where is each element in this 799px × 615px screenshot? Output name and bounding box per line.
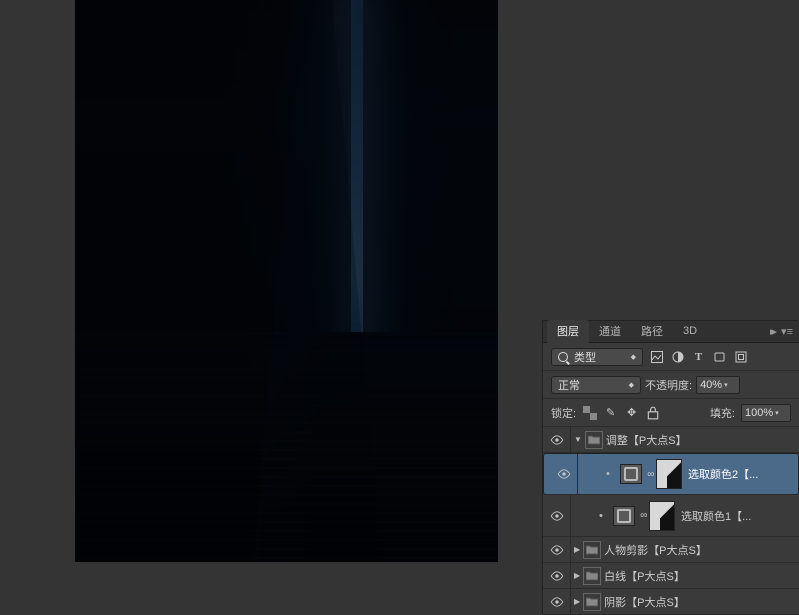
canvas-artwork — [75, 0, 498, 562]
fill-label: 填充: — [710, 405, 735, 421]
layer-mask-thumbnail[interactable] — [656, 459, 682, 489]
layer-name[interactable]: 选取颜色1【... — [681, 508, 751, 524]
lock-transparent-icon[interactable] — [582, 406, 597, 420]
layer-name[interactable]: 人物剪影【P大点S】 — [604, 542, 707, 558]
layer-mask-thumbnail[interactable] — [649, 501, 675, 531]
adjustment-icon — [613, 506, 635, 526]
link-icon: ∞ — [639, 510, 649, 521]
tab-3d[interactable]: 3D — [673, 322, 707, 341]
filter-shape-icon[interactable] — [712, 350, 727, 364]
filter-type-icon[interactable]: T — [691, 350, 706, 364]
panel-tabs: 图层 通道 路径 3D ▸▸ ▾≡ — [543, 321, 799, 343]
link-icon: ∞ — [646, 469, 656, 480]
tab-paths[interactable]: 路径 — [631, 320, 673, 343]
filter-row: 类型◆ T — [543, 343, 799, 371]
opacity-input[interactable]: 40%▾ — [696, 376, 740, 394]
tab-layers[interactable]: 图层 — [547, 320, 589, 343]
lock-all-icon[interactable] — [645, 406, 660, 420]
fill-input[interactable]: 100%▾ — [741, 404, 791, 422]
layers-list: ▼ 调整【P大点S】 • ∞ 选取颜色2【... • ∞ 选取颜色1【... ▶ 人物剪影【P… — [543, 427, 799, 615]
layer-row[interactable]: ▶ 白线【P大点S】 — [543, 563, 799, 589]
layer-name[interactable]: 选取颜色2【... — [688, 466, 758, 482]
filter-smart-icon[interactable] — [733, 350, 748, 364]
visibility-toggle[interactable] — [543, 537, 571, 562]
adjustment-icon — [620, 464, 642, 484]
layer-row[interactable]: ▶ 阴影【P大点S】 — [543, 589, 799, 615]
opacity-label: 不透明度: — [645, 377, 692, 393]
disclosure-triangle-icon[interactable]: ▶ — [571, 597, 583, 606]
layer-name[interactable]: 阴影【P大点S】 — [604, 594, 685, 610]
visibility-toggle[interactable] — [543, 563, 571, 588]
folder-icon — [583, 567, 601, 585]
panel-menu-icon[interactable]: ▾≡ — [781, 325, 793, 338]
filter-adjust-icon[interactable] — [670, 350, 685, 364]
bullet-icon: • — [602, 468, 616, 480]
visibility-toggle[interactable] — [543, 589, 571, 614]
lock-brush-icon[interactable]: ✎ — [603, 406, 618, 420]
visibility-toggle[interactable] — [543, 495, 571, 536]
layer-row[interactable]: ▶ 人物剪影【P大点S】 — [543, 537, 799, 563]
layer-name[interactable]: 调整【P大点S】 — [606, 432, 687, 448]
collapse-icon[interactable]: ▸▸ — [770, 325, 773, 338]
folder-icon — [583, 541, 601, 559]
layer-row[interactable]: • ∞ 选取颜色2【... — [543, 453, 799, 495]
tab-channels[interactable]: 通道 — [589, 320, 631, 343]
disclosure-triangle-icon[interactable]: ▶ — [571, 571, 583, 580]
layers-panel: 图层 通道 路径 3D ▸▸ ▾≡ 类型◆ T 正常◆ 不透明度: 40%▾ 锁… — [543, 321, 799, 615]
blend-mode-select[interactable]: 正常◆ — [551, 376, 641, 394]
search-icon — [558, 352, 568, 362]
disclosure-triangle-icon[interactable]: ▶ — [571, 545, 583, 554]
layer-name[interactable]: 白线【P大点S】 — [604, 568, 685, 584]
layer-row[interactable]: ▼ 调整【P大点S】 — [543, 427, 799, 453]
bullet-icon: • — [595, 510, 609, 522]
disclosure-triangle-icon[interactable]: ▼ — [571, 435, 585, 444]
lock-move-icon[interactable]: ✥ — [624, 406, 639, 420]
folder-icon — [583, 593, 601, 611]
visibility-toggle[interactable] — [550, 454, 578, 494]
filter-pixel-icon[interactable] — [649, 350, 664, 364]
lock-label: 锁定: — [551, 405, 576, 421]
folder-icon — [585, 431, 603, 449]
layer-row[interactable]: • ∞ 选取颜色1【... — [543, 495, 799, 537]
visibility-toggle[interactable] — [543, 427, 571, 452]
layer-filter-select[interactable]: 类型◆ — [551, 348, 643, 366]
